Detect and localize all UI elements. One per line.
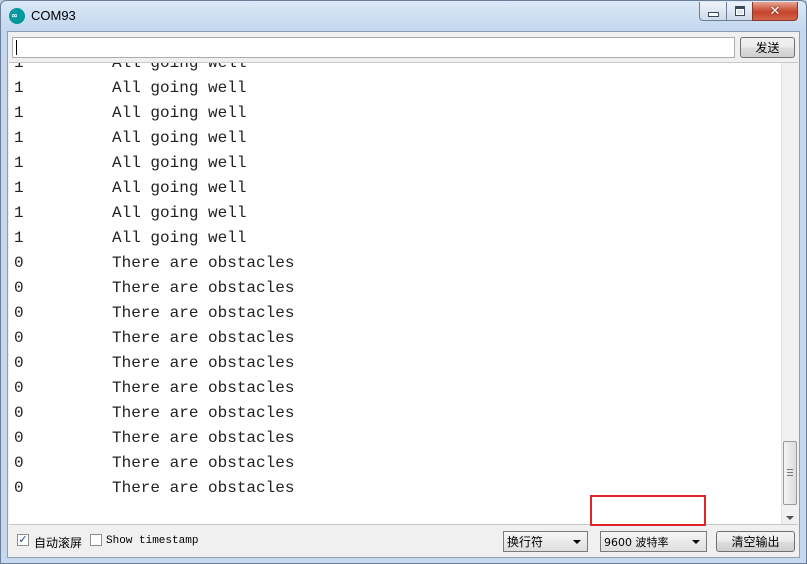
serial-output[interactable]: 1 All going well 1 All going well 1 All going… — [9, 62, 798, 525]
output-line: 0 There are obstacles — [14, 326, 294, 351]
output-line: 1 All going well — [14, 101, 294, 126]
line-message: All going well — [112, 204, 247, 222]
serial-monitor-window: ∞ COM93 ✕ 发送 1 All going well 1 All going w… — [0, 0, 807, 564]
minimize-icon — [707, 11, 719, 17]
vertical-scrollbar[interactable] — [781, 63, 798, 524]
line-value: 1 — [14, 229, 24, 247]
output-line: 1 All going well — [14, 151, 294, 176]
line-value: 0 — [14, 279, 24, 297]
output-line: 0 There are obstacles — [14, 426, 294, 451]
output-line: 1 All going well — [14, 76, 294, 101]
line-message: There are obstacles — [112, 404, 295, 422]
output-line: 0 There are obstacles — [14, 376, 294, 401]
line-message: There are obstacles — [112, 304, 295, 322]
line-value: 0 — [14, 254, 24, 272]
line-value: 0 — [14, 329, 24, 347]
close-button[interactable]: ✕ — [752, 2, 798, 21]
output-line: 1 All going well — [14, 62, 294, 76]
line-value: 0 — [14, 354, 24, 372]
output-line: 1 All going well — [14, 226, 294, 251]
line-message: There are obstacles — [112, 279, 295, 297]
output-line: 0 There are obstacles — [14, 276, 294, 301]
close-icon: ✕ — [769, 3, 781, 19]
line-value: 1 — [14, 129, 24, 147]
line-message: There are obstacles — [112, 454, 295, 472]
minimize-button[interactable] — [699, 2, 727, 21]
output-line: 0 There are obstacles — [14, 401, 294, 426]
chevron-down-icon — [573, 540, 581, 544]
output-line: 0 There are obstacles — [14, 251, 294, 276]
line-value: 0 — [14, 379, 24, 397]
arduino-icon: ∞ — [9, 8, 25, 24]
line-value: 0 — [14, 454, 24, 472]
line-ending-select[interactable]: 换行符 — [503, 531, 588, 552]
line-message: All going well — [112, 229, 247, 247]
line-message: There are obstacles — [112, 379, 295, 397]
line-message: All going well — [112, 79, 247, 97]
line-value: 1 — [14, 79, 24, 97]
line-message: There are obstacles — [112, 354, 295, 372]
text-caret — [16, 40, 17, 55]
output-line: 0 There are obstacles — [14, 301, 294, 326]
send-button[interactable]: 发送 — [740, 37, 795, 58]
chevron-down-icon — [692, 540, 700, 544]
line-message: All going well — [112, 104, 247, 122]
line-message: There are obstacles — [112, 254, 295, 272]
send-input[interactable] — [12, 37, 735, 58]
output-line: 1 All going well — [14, 201, 294, 226]
output-line: 0 There are obstacles — [14, 476, 294, 501]
line-value: 0 — [14, 479, 24, 497]
line-message: There are obstacles — [112, 329, 295, 347]
baud-rate-select[interactable]: 9600 波特率 — [600, 531, 707, 552]
scrollbar-thumb[interactable] — [783, 441, 797, 505]
line-message: There are obstacles — [112, 429, 295, 447]
line-value: 1 — [14, 204, 24, 222]
line-value: 1 — [14, 179, 24, 197]
scroll-down-arrow-icon[interactable] — [786, 516, 794, 520]
line-value: 0 — [14, 429, 24, 447]
line-value: 1 — [14, 104, 24, 122]
line-message: All going well — [112, 179, 247, 197]
output-lines: 1 All going well 1 All going well 1 All going… — [14, 62, 294, 501]
line-message: All going well — [112, 62, 247, 72]
maximize-icon — [734, 6, 745, 16]
maximize-button[interactable] — [726, 2, 753, 21]
output-line: 1 All going well — [14, 176, 294, 201]
output-line: 0 There are obstacles — [14, 351, 294, 376]
line-message: All going well — [112, 129, 247, 147]
footer-bar: ✓ 自动滚屏 Show timestamp 换行符 9600 波特率 清空输出 — [8, 524, 799, 557]
line-value: 1 — [14, 62, 24, 72]
line-ending-value: 换行符 — [507, 535, 544, 549]
output-line: 1 All going well — [14, 126, 294, 151]
monitor-client-area: 发送 1 All going well 1 All going well 1 All go… — [7, 31, 800, 558]
line-message: All going well — [112, 154, 247, 172]
show-timestamp-label: Show timestamp — [106, 535, 199, 547]
line-value: 0 — [14, 304, 24, 322]
baud-rate-value: 9600 波特率 — [604, 535, 669, 549]
title-bar[interactable]: ∞ COM93 ✕ — [1, 1, 806, 31]
autoscroll-checkbox[interactable]: ✓ — [17, 534, 29, 546]
window-title: COM93 — [31, 8, 76, 23]
line-value: 1 — [14, 154, 24, 172]
baud-rate-highlight — [590, 495, 706, 526]
show-timestamp-checkbox[interactable] — [90, 534, 102, 546]
line-value: 0 — [14, 404, 24, 422]
autoscroll-label: 自动滚屏 — [34, 536, 83, 550]
checkmark-icon: ✓ — [18, 533, 28, 546]
output-line: 0 There are obstacles — [14, 451, 294, 476]
clear-output-button[interactable]: 清空输出 — [716, 531, 795, 552]
line-message: There are obstacles — [112, 479, 295, 497]
